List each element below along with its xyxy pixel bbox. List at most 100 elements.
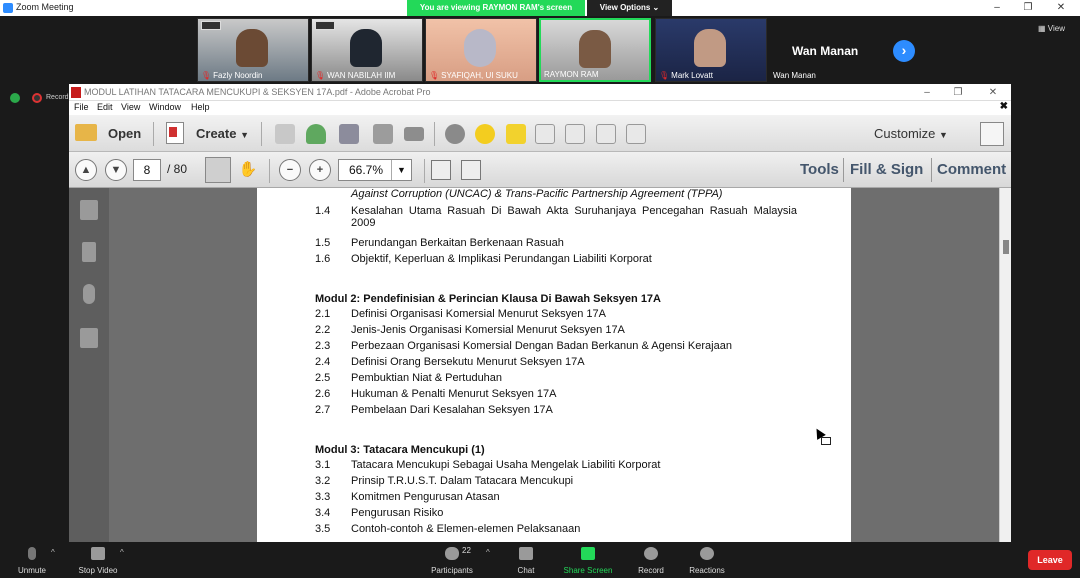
create-button[interactable]: Create ▼ [196,123,249,145]
participants-icon [445,547,459,560]
record-button[interactable]: Record [632,542,670,578]
main-toolbar: Open Create ▼ Customize ▼ [69,115,1011,152]
section-number: 1.6 [315,253,331,265]
participants-label: Participants [431,566,473,575]
section-number: 2.4 [315,356,331,368]
reactions-button[interactable]: Reactions [684,542,730,578]
minimize-icon[interactable]: – [982,0,1012,16]
view-options-label: View Options [599,3,651,12]
participant-tile[interactable]: 🎙 Mark Lovatt [655,18,767,82]
participant-tile[interactable]: 🎙 Fazly Noordin [197,18,309,82]
cursor-tooltip-icon [821,437,831,445]
view-options-button[interactable]: View Options ⌄ [587,0,672,16]
expand-icon[interactable] [980,122,1004,146]
sign-icon[interactable] [626,124,646,144]
muted-mic-icon [28,547,36,560]
muted-mic-icon: 🎙 [429,71,440,80]
tab-fill-sign[interactable]: Fill & Sign [850,161,923,178]
zoom-level-select[interactable]: 66.7% ▼ [338,159,412,181]
document-page: Against Corruption (UNCAC) & Trans-Pacif… [257,188,851,542]
chat-button[interactable]: Chat [508,542,544,578]
zoom-level-value: 66.7% [349,163,384,177]
section-number: 3.1 [315,459,331,471]
section-number: 2.3 [315,340,331,352]
zoom-in-icon[interactable]: + [309,159,331,181]
email-icon[interactable] [404,127,424,141]
menu-file[interactable]: File [74,102,89,112]
chevron-down-icon[interactable]: ▼ [391,160,411,180]
menu-window[interactable]: Window [149,102,181,112]
share-screen-icon [581,547,595,560]
participant-tile[interactable]: 🎙 SYAFIQAH, UI SUKU [425,18,537,82]
section-title: Komitmen Pengurusan Atasan [351,491,500,503]
section-title: Tatacara Mencukupi Sebagai Usaha Mengela… [351,459,661,471]
tab-comment[interactable]: Comment [937,161,1006,178]
previous-page-icon[interactable]: ▲ [75,159,97,181]
section-title: Definisi Orang Bersekutu Menurut Seksyen… [351,356,585,368]
create-pdf-icon[interactable] [166,122,184,144]
restore-icon[interactable]: ❐ [943,84,973,101]
section-title: Contoh-contoh & Elemen-elemen Pelaksanaa… [351,523,581,535]
participant-count: 22 [462,546,471,555]
fit-page-icon[interactable] [431,160,451,180]
share-screen-button[interactable]: Share Screen [558,542,618,578]
gear-icon[interactable] [445,124,465,144]
vertical-scrollbar[interactable] [999,188,1011,542]
insert-page-icon[interactable] [596,124,616,144]
comment-icon[interactable] [475,124,495,144]
menu-help[interactable]: Help [191,102,210,112]
scrollbar-thumb[interactable] [1003,240,1009,254]
participants-button[interactable]: Participants [424,542,480,578]
close-icon[interactable]: ✕ [978,84,1008,101]
bookmark-icon[interactable] [82,242,96,262]
attachment-icon[interactable] [83,284,95,304]
menu-view[interactable]: View [121,102,140,112]
chevron-up-icon[interactable]: ^ [486,548,490,557]
participant-tile-active-speaker[interactable]: RAYMON RAM [539,18,651,82]
extract-page-icon[interactable] [565,124,585,144]
next-page-arrow-icon[interactable]: › [893,40,915,62]
zoom-app-icon [3,3,13,13]
participant-name: SYAFIQAH, UI SUKU [441,71,518,80]
edit-document-icon[interactable] [373,124,393,144]
signature-icon[interactable] [80,328,98,348]
restore-icon[interactable]: ❐ [1013,0,1043,16]
print-icon[interactable] [339,124,359,144]
muted-mic-icon: 🎙 [201,71,212,80]
minimize-icon[interactable]: – [912,84,942,101]
customize-button[interactable]: Customize ▼ [874,123,948,145]
participant-tile[interactable]: 🎙 WAN NABILAH IIM [311,18,423,82]
unmute-button[interactable]: Unmute [10,542,54,578]
folder-icon[interactable] [75,124,97,141]
record-icon [644,547,658,560]
view-button[interactable]: ▦ View [1038,24,1065,33]
close-document-icon[interactable]: ✖ [1000,101,1008,112]
page-total: / 80 [167,162,188,176]
section-title: Perbezaan Organisasi Komersial Dengan Ba… [351,340,732,352]
select-tool-icon[interactable] [205,157,231,183]
participant-tile-no-video[interactable]: Wan Manan Wan Manan [769,18,881,82]
zoom-out-icon[interactable]: − [279,159,301,181]
document-viewer[interactable]: Against Corruption (UNCAC) & Trans-Pacif… [109,188,999,542]
stop-video-button[interactable]: Stop Video [72,542,124,578]
section-number: 3.3 [315,491,331,503]
save-icon[interactable] [275,124,295,144]
video-feed [464,29,496,67]
menu-edit[interactable]: Edit [97,102,113,112]
text-highlight-icon[interactable] [506,124,526,144]
close-icon[interactable]: ✕ [1046,0,1076,16]
open-button[interactable]: Open [108,123,141,145]
section-title: Prinsip T.R.U.S.T. Dalam Tatacara Mencuk… [351,475,574,487]
section-title: Definisi Organisasi Komersial Menurut Se… [351,308,606,320]
chevron-up-icon[interactable]: ^ [120,548,124,557]
leave-button[interactable]: Leave [1028,550,1072,570]
cloud-upload-icon[interactable] [306,124,326,144]
fit-width-icon[interactable] [461,160,481,180]
page-number-input[interactable]: 8 [133,159,161,181]
chevron-up-icon[interactable]: ^ [51,548,55,557]
pages-icon[interactable] [80,200,98,220]
tab-tools[interactable]: Tools [800,161,839,178]
delete-page-icon[interactable] [535,124,555,144]
next-page-icon[interactable]: ▼ [105,159,127,181]
hand-tool-icon[interactable]: ✋ [237,159,259,181]
